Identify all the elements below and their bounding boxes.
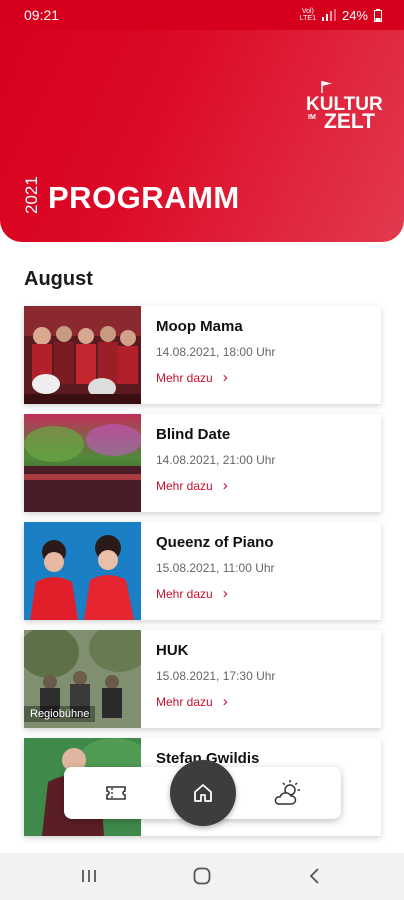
event-title: HUK — [156, 642, 189, 659]
program-year: 2021 — [22, 176, 41, 214]
event-card-moop-mama[interactable]: Moop Mama 14.08.2021, 18:00 Uhr Mehr daz… — [24, 306, 381, 404]
logo-text-im: IM — [308, 114, 316, 121]
event-date: 14.08.2021, 21:00 Uhr — [156, 453, 276, 467]
more-link-label: Mehr dazu — [156, 478, 213, 493]
month-heading: August — [24, 268, 93, 290]
volte-top-label: Vol) — [301, 8, 314, 15]
stage-badge: Regiobühne — [24, 706, 96, 722]
chevron-right-icon: › — [222, 369, 228, 386]
page-title: PROGRAMM — [48, 180, 240, 215]
event-title: Moop Mama — [156, 318, 243, 335]
battery-icon — [374, 8, 382, 22]
ticket-icon[interactable] — [105, 782, 127, 804]
more-link-label: Mehr dazu — [156, 586, 213, 601]
recent-apps-icon[interactable] — [78, 865, 100, 887]
chevron-right-icon: › — [222, 585, 228, 602]
event-title: Queenz of Piano — [156, 534, 274, 551]
page-header: KULTUR IM ZELT 2021 PROGRAMM — [0, 0, 404, 242]
home-icon — [194, 784, 212, 802]
more-link[interactable]: Mehr dazu › — [156, 369, 228, 386]
event-card-blind-date[interactable]: Blind Date 14.08.2021, 21:00 Uhr Mehr da… — [24, 414, 381, 512]
event-title: Blind Date — [156, 426, 231, 443]
event-image-blind-date — [24, 414, 141, 512]
more-link-label: Mehr dazu — [156, 370, 213, 385]
logo-flag-icon — [321, 81, 332, 93]
home-system-icon[interactable] — [191, 865, 213, 887]
event-date: 15.08.2021, 17:30 Uhr — [156, 669, 276, 683]
volte-icon: Vol) LTE1 — [300, 8, 316, 22]
signal-icon — [321, 9, 336, 21]
more-link[interactable]: Mehr dazu › — [156, 693, 228, 710]
home-button[interactable] — [170, 760, 236, 826]
weather-icon[interactable] — [272, 779, 302, 807]
more-link[interactable]: Mehr dazu › — [156, 585, 228, 602]
event-card-queenz-of-piano[interactable]: Queenz of Piano 15.08.2021, 11:00 Uhr Me… — [24, 522, 381, 620]
logo-text-zelt: ZELT — [324, 110, 375, 133]
event-image-moop-mama — [24, 306, 141, 404]
back-icon[interactable] — [304, 865, 326, 887]
status-indicators: Vol) LTE1 24% — [300, 8, 382, 23]
more-link-label: Mehr dazu — [156, 694, 213, 709]
volte-bottom-label: LTE1 — [299, 15, 316, 22]
event-image-queenz-of-piano — [24, 522, 141, 620]
battery-percentage: 24% — [341, 7, 368, 23]
chevron-right-icon: › — [222, 477, 228, 494]
event-date: 15.08.2021, 11:00 Uhr — [156, 561, 275, 575]
system-navigation-bar — [0, 853, 404, 900]
status-time: 09:21 — [24, 7, 60, 23]
chevron-right-icon: › — [222, 693, 228, 710]
event-card-huk[interactable]: Regiobühne HUK 15.08.2021, 17:30 Uhr Meh… — [24, 630, 381, 728]
kultur-im-zelt-logo: KULTUR IM ZELT — [302, 80, 383, 140]
event-date: 14.08.2021, 18:00 Uhr — [156, 345, 276, 359]
status-bar: 09:21 Vol) LTE1 24% — [0, 0, 404, 30]
more-link[interactable]: Mehr dazu › — [156, 477, 228, 494]
